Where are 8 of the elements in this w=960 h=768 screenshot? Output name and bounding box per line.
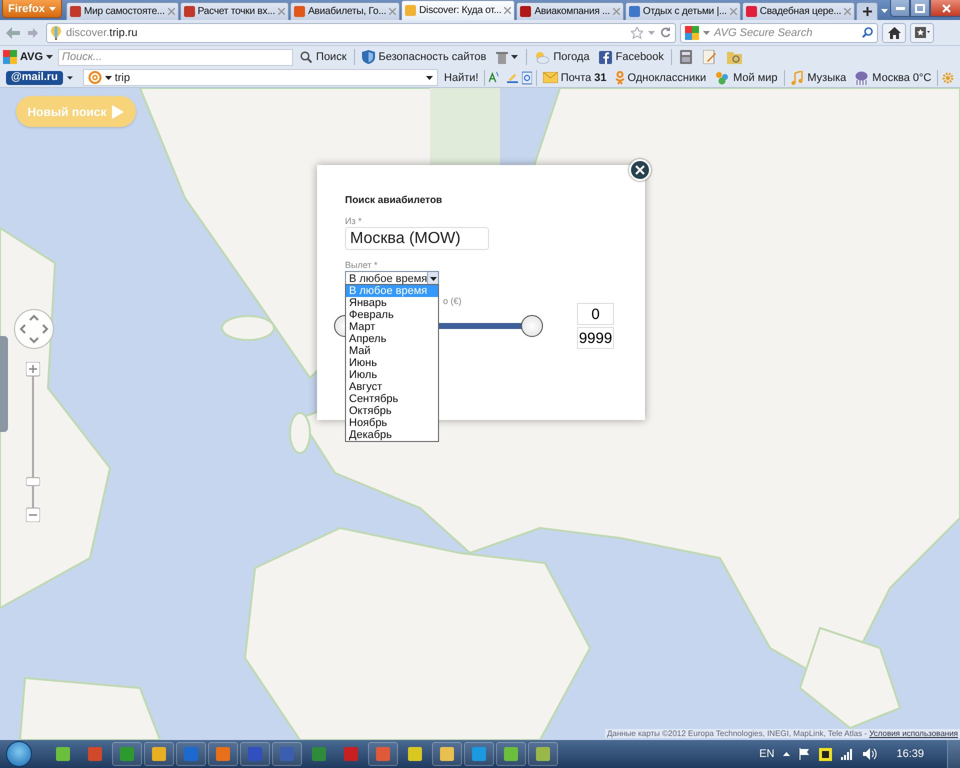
dialog-title: Поиск авиабилетов [345,195,444,206]
mailru-logo: @mail.ru [6,70,63,84]
avg-logo-text: AVG [20,51,44,63]
url-text: discover.trip.ru [66,26,139,38]
field-label: Из * [345,216,363,226]
field-label: Вылет * [345,260,379,270]
field-label: о (€) [443,296,462,306]
map-attribution: Данные карты ©2012 Europa Technologies, INEGI, MapLink, Tele Atlas - [606,729,867,738]
